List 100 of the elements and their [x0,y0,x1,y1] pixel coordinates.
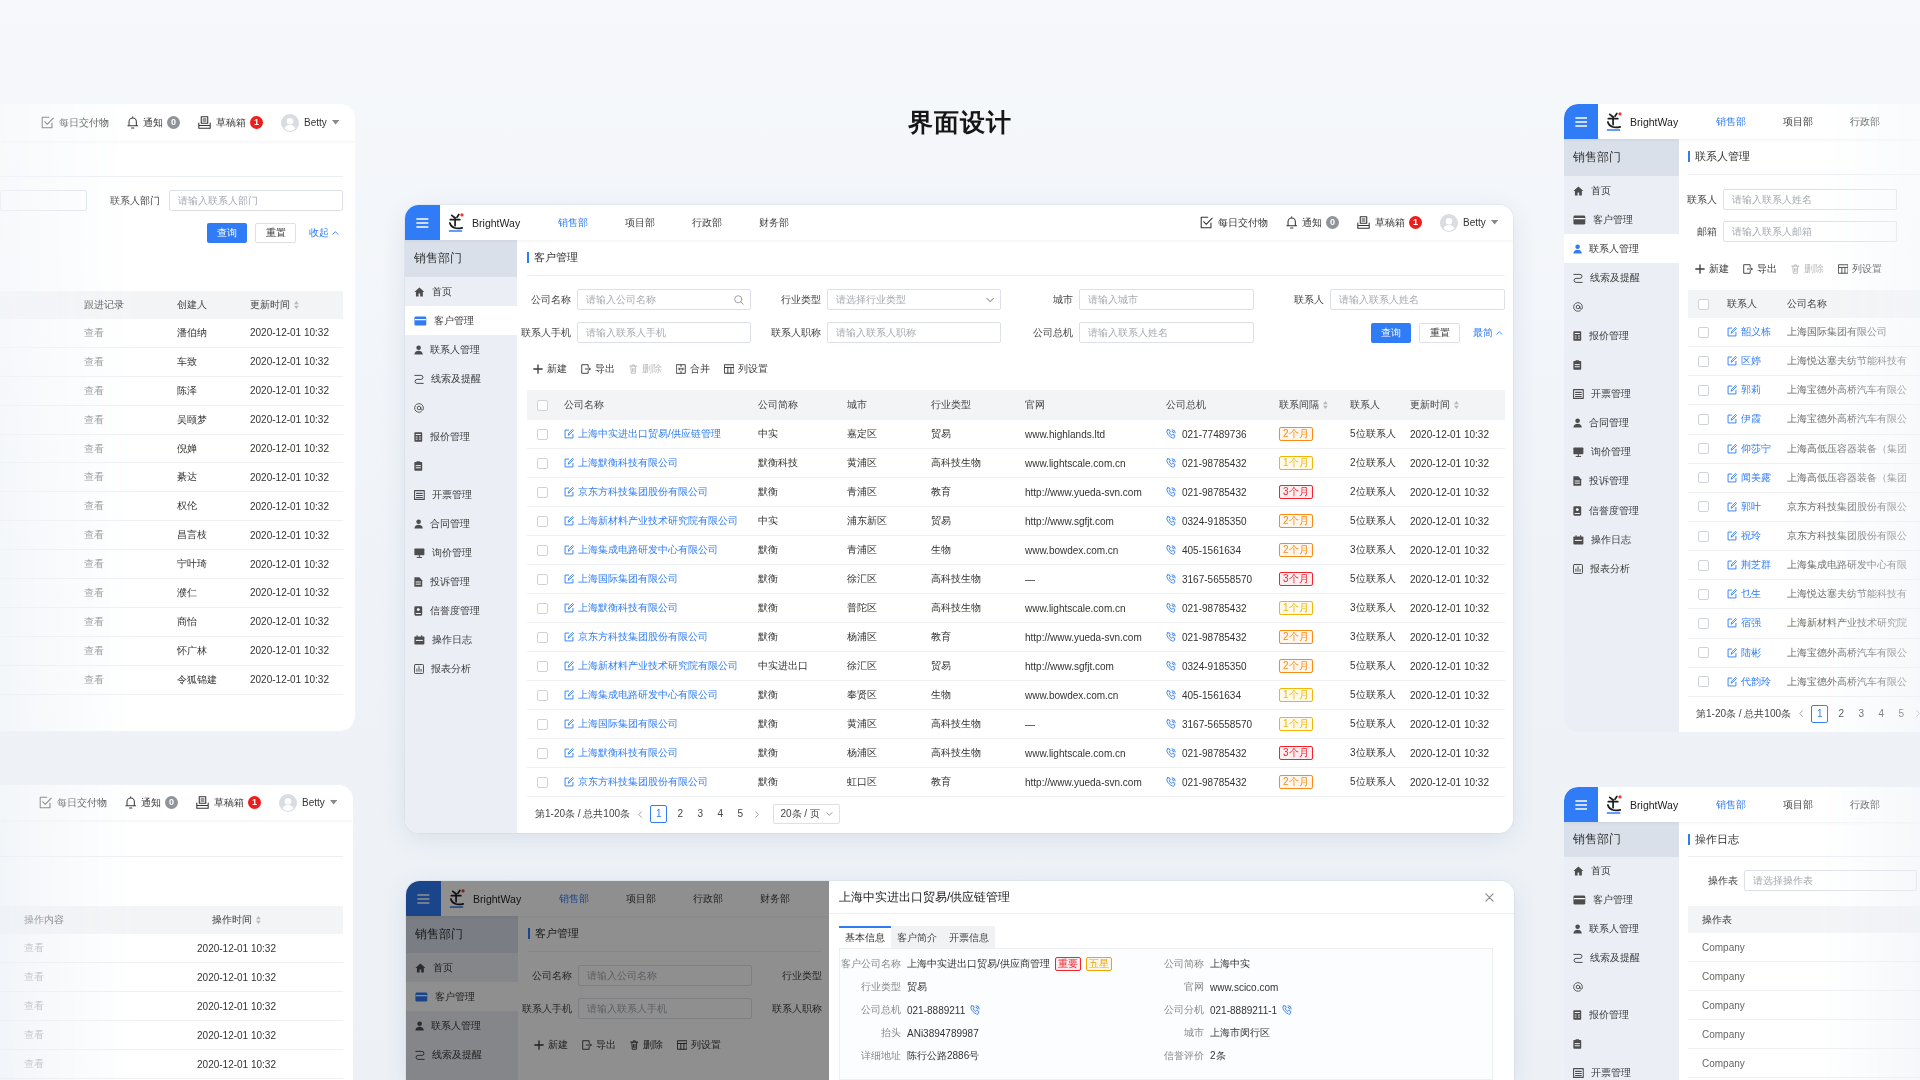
sidebar-item[interactable]: 联系人管理 [405,335,517,365]
column-header[interactable]: 更新时间 [250,298,299,312]
checkbox[interactable] [1698,588,1709,600]
add-button[interactable]: 新建 [1695,263,1729,275]
sidebar-item[interactable]: 报表分析 [405,654,517,684]
edit-icon[interactable] [564,719,574,729]
detail-tab[interactable]: 开票信息 [943,926,995,948]
page-button[interactable]: 1 [1811,704,1829,723]
checkbox[interactable] [537,776,548,788]
menu-button[interactable] [1564,104,1598,139]
merge-button[interactable]: 合并 [675,363,710,375]
checkbox[interactable] [537,515,548,527]
collapse-toggle[interactable]: 最简 [1473,326,1503,339]
contact-link[interactable]: 郭叶 [1741,499,1761,514]
company-link[interactable]: 上海集成电路研发中心有限公司 [578,688,718,702]
edit-icon[interactable] [1727,443,1737,454]
edit-icon[interactable] [564,603,574,613]
sidebar-item[interactable]: 报价管理 [405,422,517,452]
page-button[interactable]: 4 [1874,704,1889,723]
sidebar-item[interactable]: 询价管理 [405,538,517,568]
sidebar-item[interactable]: 首页 [1564,176,1679,206]
sidebar-item[interactable]: 投诉管理 [1564,466,1679,497]
phone-icon[interactable] [1166,487,1176,497]
contact-link[interactable]: 代韵玲 [1741,674,1771,689]
edit-icon[interactable] [1727,414,1737,425]
contact-link[interactable]: 韶义栋 [1741,325,1771,340]
sidebar-item[interactable]: 线索及提醒 [406,1040,518,1070]
edit-icon[interactable] [1727,501,1737,512]
input-field[interactable] [0,190,87,211]
checkbox[interactable] [1698,530,1709,542]
sidebar-item[interactable]: 客户管理 [1564,885,1679,915]
checkbox[interactable] [537,428,548,440]
nav-tab[interactable]: 销售部 [558,216,589,229]
edit-icon[interactable] [564,545,574,555]
nav-tab[interactable]: 销售部 [559,892,590,905]
notifications-button[interactable]: 通知 [124,796,161,809]
checkbox[interactable] [1698,559,1709,571]
phone-icon[interactable] [1166,777,1176,787]
export-button[interactable]: 导出 [582,1039,616,1051]
edit-icon[interactable] [564,458,574,468]
sidebar-item[interactable]: 联系人管理 [1564,914,1679,944]
phone-icon[interactable] [1166,632,1176,642]
phone-icon[interactable] [1166,690,1176,700]
company-link[interactable]: 上海中实进出口贸易/供应链管理 [578,427,721,441]
phone-icon[interactable] [1166,574,1176,584]
company-link[interactable]: 上海新材料产业技术研究院有限公司 [578,514,738,528]
input-field[interactable]: 请输入联系人手机 [577,322,751,343]
search-icon[interactable] [734,294,744,305]
sidebar-item[interactable]: 线索及提醒 [1564,943,1679,973]
nav-tab[interactable]: 项目部 [1783,115,1814,128]
checkbox[interactable] [1698,298,1709,310]
menu-button[interactable] [405,205,440,240]
company-link[interactable]: 上海默衡科技有限公司 [578,456,678,470]
checkbox[interactable] [1698,326,1709,338]
checkbox[interactable] [1698,443,1709,455]
checkbox[interactable] [1698,472,1709,484]
checkbox[interactable] [1698,355,1709,367]
contact-link[interactable]: 宿强 [1741,616,1761,631]
checkbox[interactable] [537,660,548,672]
checkbox[interactable] [1698,414,1709,425]
drafts-button[interactable]: 草稿箱 [196,796,244,809]
sidebar-item[interactable]: 联系人管理 [1564,234,1679,264]
page-button[interactable]: 2 [673,805,688,823]
sidebar-item[interactable]: 信誉度管理 [405,596,517,626]
edit-icon[interactable] [564,777,574,787]
sidebar-item[interactable]: 合同管理 [405,509,517,539]
column-header[interactable]: 操作时间 [212,913,261,927]
notifications-button[interactable]: 通知 [1285,216,1322,229]
phone-icon[interactable] [1166,719,1176,729]
page-button[interactable]: 5 [1894,704,1909,723]
contact-link[interactable]: 陆彬 [1741,645,1761,660]
nav-tab[interactable]: 行政部 [1850,115,1881,128]
checkbox[interactable] [537,602,548,614]
collapse-toggle[interactable]: 收起 [309,227,339,239]
sidebar-item[interactable]: 报价管理 [1564,1001,1679,1030]
phone-icon[interactable] [1166,545,1176,555]
nav-tab[interactable]: 行政部 [692,216,723,229]
input-field[interactable]: 请输入联系人邮箱 [1723,221,1897,242]
nav-tab[interactable]: 销售部 [1716,798,1747,811]
query-button[interactable]: 查询 [207,223,248,243]
export-button[interactable]: 导出 [1743,263,1777,275]
company-link[interactable]: 上海国际集团有限公司 [578,717,678,731]
checkbox[interactable] [537,747,548,759]
input-field[interactable]: 请输入联系人职称 [827,322,1001,343]
company-link[interactable]: 京东方科技集团股份有限公司 [578,485,708,499]
page-button[interactable]: 5 [733,805,748,823]
edit-icon[interactable] [1727,618,1737,629]
company-link[interactable]: 上海国际集团有限公司 [578,572,678,586]
page-size-select[interactable]: 20条 / 页 [773,804,840,824]
sidebar-item[interactable]: 线索及提醒 [1564,263,1679,293]
detail-tab[interactable]: 客户简介 [891,926,943,948]
sidebar-item[interactable]: 报价管理 [1564,321,1679,351]
edit-icon[interactable] [564,632,574,642]
sidebar-item[interactable]: 线索及提醒 [405,364,517,394]
user-menu[interactable]: Betty [1440,213,1498,232]
nav-tab[interactable]: 财务部 [760,892,791,905]
user-menu[interactable]: Betty [279,793,337,812]
checkbox[interactable] [1698,501,1709,513]
checkbox[interactable] [537,544,548,556]
user-menu[interactable]: Betty [281,113,339,132]
